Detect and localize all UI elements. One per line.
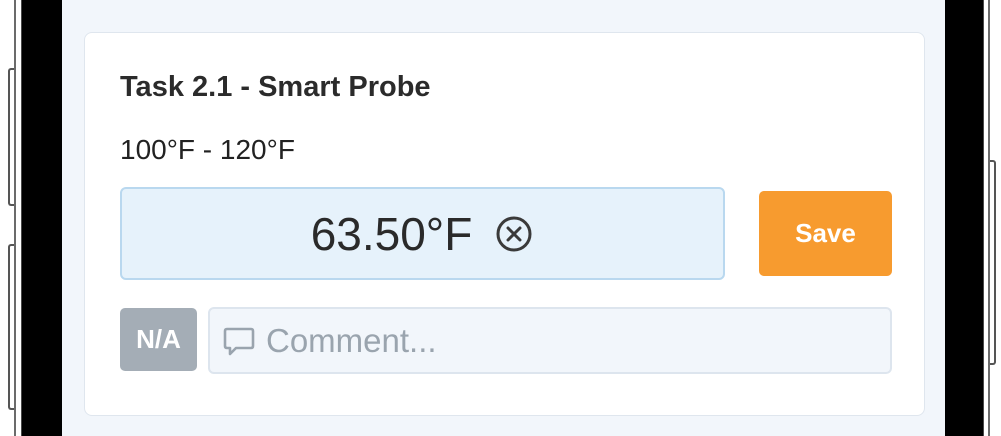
na-button[interactable]: N/A (120, 308, 197, 371)
temperature-reading-field[interactable]: 63.50°F (120, 187, 725, 280)
phone-bezel-right (945, 0, 983, 436)
phone-frame-right (982, 0, 990, 436)
app-screen: Task 2.1 - Smart Probe 100°F - 120°F 63.… (62, 0, 945, 436)
task-title: Task 2.1 - Smart Probe (120, 71, 431, 103)
save-button[interactable]: Save (759, 191, 892, 276)
comment-icon (222, 324, 256, 358)
comment-input[interactable] (266, 321, 856, 360)
circle-x-icon[interactable] (494, 214, 534, 254)
task-card: Task 2.1 - Smart Probe 100°F - 120°F 63.… (84, 32, 925, 416)
comment-field[interactable] (208, 307, 892, 374)
acceptable-range: 100°F - 120°F (120, 134, 295, 165)
temperature-value: 63.50°F (310, 207, 473, 260)
device-viewport: Task 2.1 - Smart Probe 100°F - 120°F 63.… (0, 0, 1001, 436)
phone-bezel-left (22, 0, 62, 436)
